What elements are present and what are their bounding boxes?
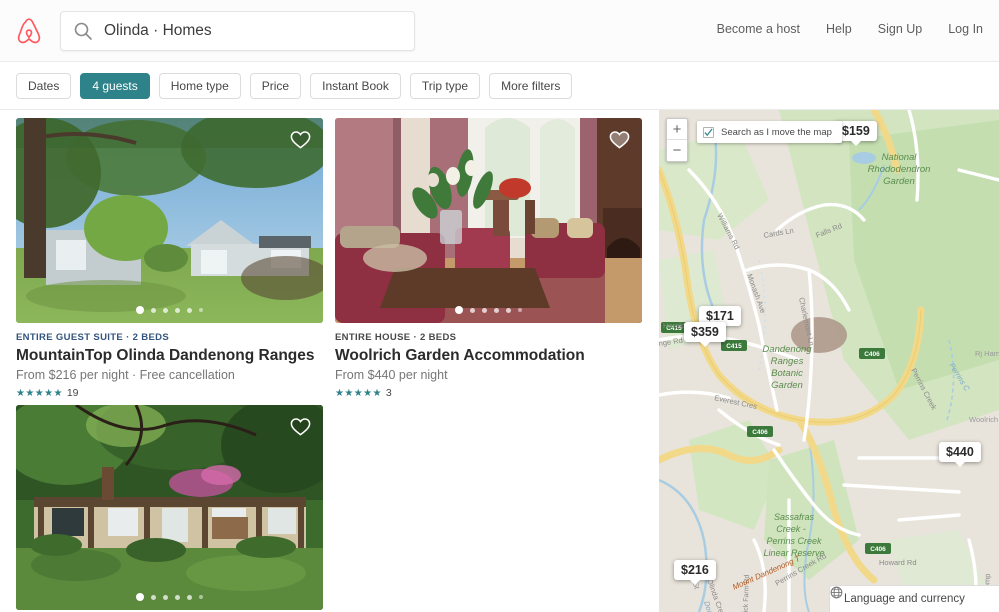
map-park-label: Ranges: [771, 356, 804, 367]
route-shield: C406: [859, 348, 885, 359]
site-header: Become a host Help Sign Up Log In: [0, 0, 999, 62]
search-icon: [73, 21, 93, 41]
svg-text:C406: C406: [870, 546, 886, 553]
favorite-heart-icon[interactable]: [289, 415, 312, 438]
listing-card[interactable]: ENTIRE GUEST SUITE · 2 BEDS MountainTop …: [16, 118, 323, 399]
search-input[interactable]: [104, 22, 394, 40]
favorite-heart-icon[interactable]: [289, 128, 312, 151]
carousel-dot[interactable]: [518, 308, 522, 312]
map-park-label: Rhododendron: [868, 164, 931, 175]
carousel-dot[interactable]: [187, 307, 192, 313]
review-count: 19: [66, 387, 79, 399]
language-and-currency-button[interactable]: Language and currency: [829, 585, 999, 612]
filter-price[interactable]: Price: [249, 72, 302, 99]
carousel-dot[interactable]: [199, 595, 203, 599]
map-road-label: Rj Hamer A: [975, 349, 999, 358]
map-zoom-controls[interactable]: + −: [666, 118, 688, 162]
language-and-currency-label: Language and currency: [844, 593, 965, 605]
listing-rating: ★★★★★ 3: [335, 387, 642, 399]
listing-title[interactable]: MountainTop Olinda Dandenong Ranges: [16, 346, 323, 365]
carousel-dot[interactable]: [482, 307, 487, 313]
map-park-label: Dandenong: [762, 344, 812, 355]
map-road-label: Howard Rd: [879, 558, 917, 567]
map-price-pin[interactable]: $440: [939, 442, 981, 467]
svg-text:C415: C415: [726, 343, 742, 350]
search-box[interactable]: [60, 11, 415, 51]
map-park-label: Creek -: [776, 524, 806, 534]
listing-card[interactable]: ENTIRE HOUSE · 2 BEDS Woolrich Garden Ac…: [335, 118, 642, 399]
carousel-dot[interactable]: [187, 594, 192, 600]
favorite-heart-icon[interactable]: [608, 128, 631, 151]
listing-price: From $440 per night: [335, 368, 448, 382]
review-count: 3: [385, 387, 392, 399]
carousel-dot[interactable]: [470, 307, 475, 313]
map-panel[interactable]: C415 C406 C415 C406 C406 National Rhodod…: [659, 110, 999, 612]
map-price-pin[interactable]: $359: [684, 322, 726, 347]
globe-icon: [830, 586, 843, 599]
search-as-i-move-checkbox[interactable]: [703, 126, 714, 138]
search-as-i-move-control[interactable]: Search as I move the map: [697, 121, 842, 143]
svg-text:C406: C406: [752, 429, 768, 436]
photo-carousel-dots[interactable]: [16, 593, 323, 601]
filter-instant-book[interactable]: Instant Book: [310, 72, 401, 99]
results-list: ENTIRE GUEST SUITE · 2 BEDS MountainTop …: [0, 110, 659, 612]
svg-text:C406: C406: [864, 351, 880, 358]
airbnb-logo[interactable]: [12, 13, 46, 49]
carousel-dot[interactable]: [163, 594, 168, 600]
photo-carousel-dots[interactable]: [16, 306, 323, 314]
carousel-dot[interactable]: [455, 306, 463, 314]
listing-kicker: ENTIRE GUEST SUITE · 2 BEDS: [16, 332, 170, 343]
carousel-dot[interactable]: [175, 594, 180, 600]
map-canvas: C415 C406 C415 C406 C406 National Rhodod…: [659, 110, 999, 612]
carousel-dot[interactable]: [136, 593, 144, 601]
route-shield: C406: [747, 426, 773, 437]
listing-kicker: ENTIRE HOUSE · 2 BEDS: [335, 332, 457, 343]
nav-log-in[interactable]: Log In: [948, 22, 983, 36]
map-price-pin[interactable]: $216: [674, 560, 716, 585]
filter-more-filters[interactable]: More filters: [489, 72, 573, 99]
carousel-dot[interactable]: [506, 307, 511, 313]
carousel-dot[interactable]: [151, 307, 156, 313]
carousel-dot[interactable]: [136, 306, 144, 314]
map-zoom-in-button[interactable]: +: [667, 119, 687, 140]
listing-card[interactable]: [16, 405, 323, 610]
map-park-label: Perrins Creek: [766, 536, 822, 546]
star-rating-icon: ★★★★★: [335, 387, 382, 399]
listing-price: From $216 per night · Free cancellation: [16, 368, 235, 382]
carousel-dot[interactable]: [494, 307, 499, 313]
search-as-i-move-label: Search as I move the map: [721, 126, 832, 138]
filter-trip-type[interactable]: Trip type: [409, 72, 481, 99]
filter-bar: Dates 4 guests Home type Price Instant B…: [0, 62, 999, 110]
map-road-label: Woolrich Lyrel: [969, 415, 999, 424]
map-park-label: Botanic: [771, 368, 803, 379]
header-nav: Become a host Help Sign Up Log In: [717, 22, 983, 36]
listing-title[interactable]: Woolrich Garden Accommodation: [335, 346, 642, 365]
airbnb-search-page: Become a host Help Sign Up Log In Dates …: [0, 0, 999, 612]
filter-home-type[interactable]: Home type: [158, 72, 241, 99]
carousel-dot[interactable]: [175, 307, 180, 313]
map-zoom-out-button[interactable]: −: [667, 140, 687, 161]
nav-help[interactable]: Help: [826, 22, 852, 36]
map-park-label: Garden: [883, 176, 915, 187]
photo-carousel-dots[interactable]: [335, 306, 642, 314]
filter-guests[interactable]: 4 guests: [80, 72, 150, 99]
map-park-label: Garden: [771, 380, 803, 391]
nav-sign-up[interactable]: Sign Up: [878, 22, 922, 36]
listing-rating: ★★★★★ 19: [16, 387, 323, 399]
carousel-dot[interactable]: [151, 594, 156, 600]
star-rating-icon: ★★★★★: [16, 387, 63, 399]
listing-photo[interactable]: [16, 405, 323, 610]
carousel-dot[interactable]: [199, 308, 203, 312]
route-shield: C415: [721, 340, 747, 351]
map-park-label: National: [882, 152, 918, 163]
map-park-label: Sassafras: [774, 512, 815, 522]
listing-photo[interactable]: [16, 118, 323, 323]
listing-photo[interactable]: [335, 118, 642, 323]
filter-dates[interactable]: Dates: [16, 72, 72, 99]
nav-become-a-host[interactable]: Become a host: [717, 22, 800, 36]
carousel-dot[interactable]: [163, 307, 168, 313]
checkmark-icon: [704, 127, 713, 136]
route-shield: C406: [865, 543, 891, 554]
